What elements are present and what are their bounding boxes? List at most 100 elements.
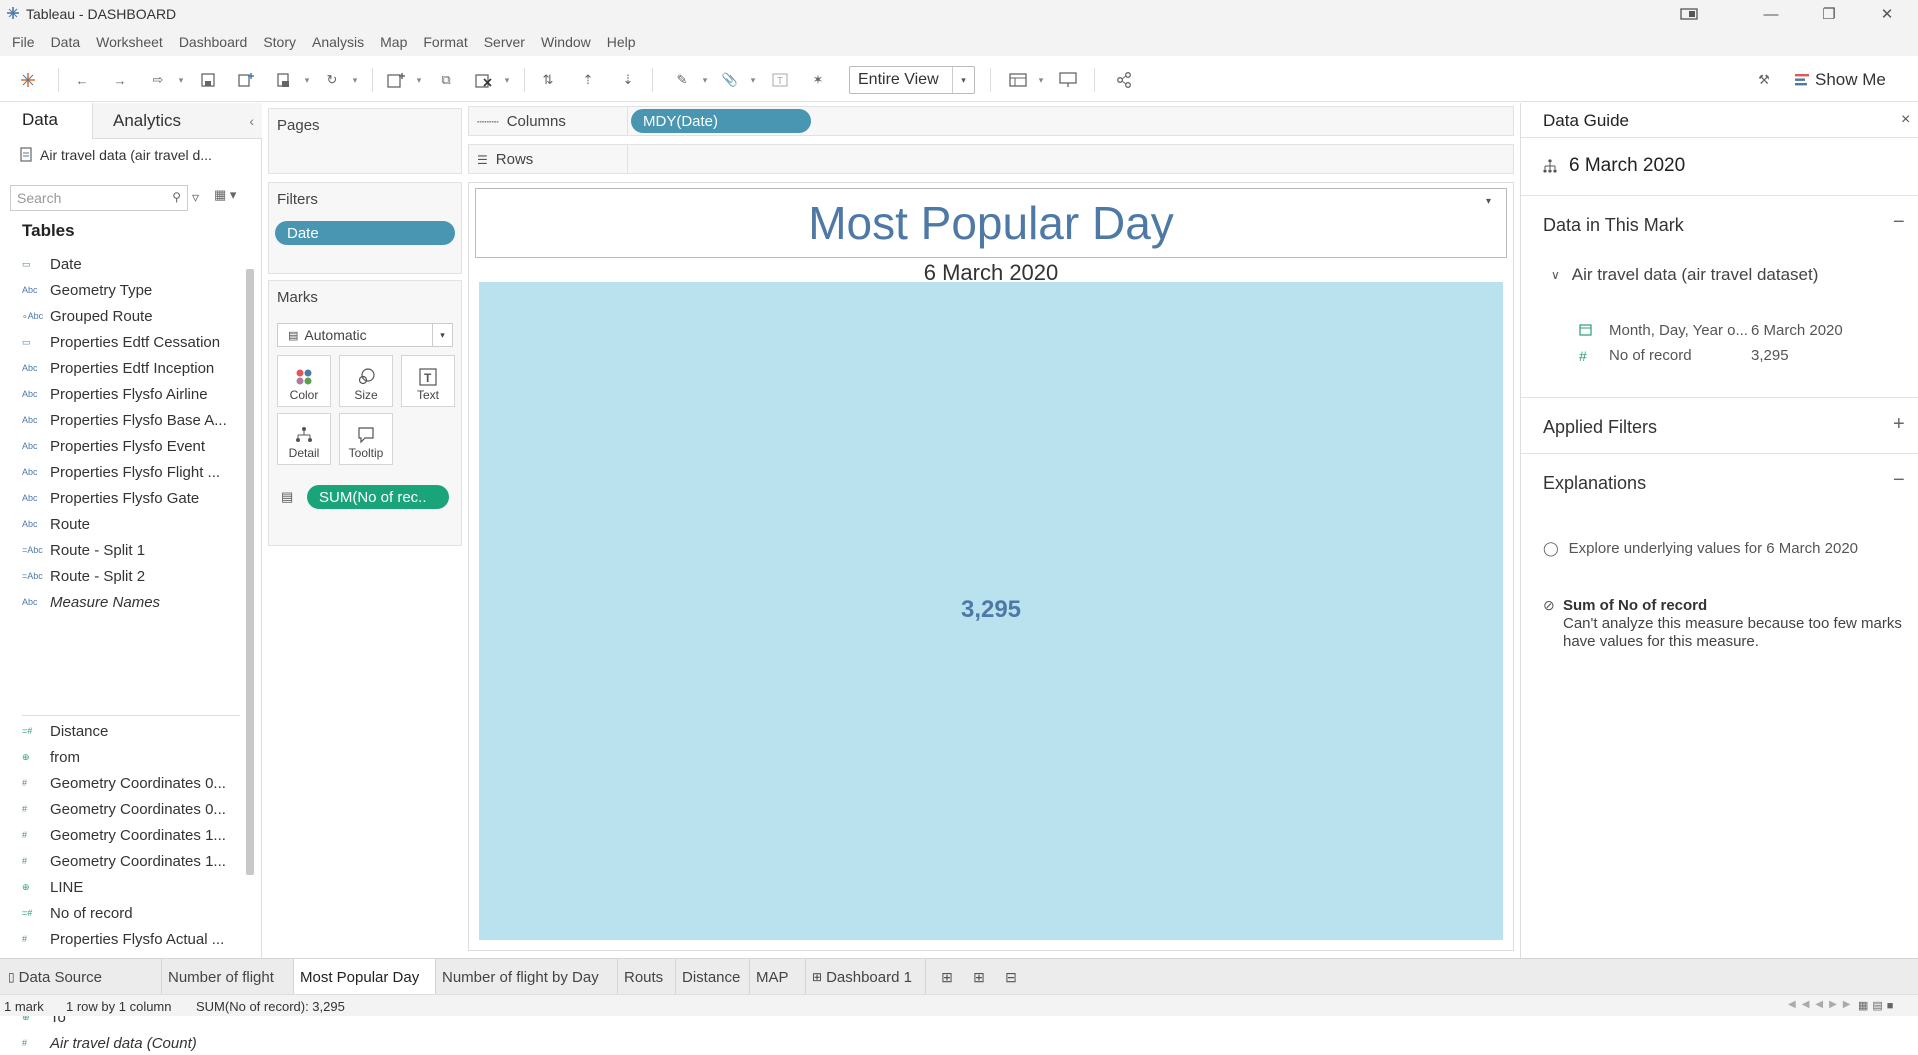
- show-me-button[interactable]: Show Me: [1795, 68, 1886, 92]
- menu-file[interactable]: File: [4, 34, 43, 50]
- group-dropdown-icon[interactable]: ▾: [748, 70, 758, 90]
- field-item[interactable]: =Abc Route - Split 2: [22, 564, 237, 588]
- field-item[interactable]: Abc Measure Names: [22, 590, 237, 614]
- menu-story[interactable]: Story: [255, 34, 304, 50]
- show-mark-labels-icon[interactable]: T: [768, 68, 792, 92]
- fit-select[interactable]: Entire View ▾: [849, 66, 975, 94]
- tab-data[interactable]: Data: [0, 103, 92, 139]
- field-item[interactable]: =Abc Route - Split 1: [22, 538, 237, 562]
- sheet-tab[interactable]: Number of flight: [162, 959, 294, 995]
- size-button[interactable]: Size: [339, 355, 393, 407]
- marks-pill-sum-records[interactable]: SUM(No of rec..: [307, 485, 449, 509]
- menu-server[interactable]: Server: [476, 34, 533, 50]
- datasource-item[interactable]: Air travel data (air travel d...: [20, 147, 212, 163]
- tooltip-button[interactable]: Tooltip: [339, 413, 393, 465]
- field-item[interactable]: ⊕ LINE: [22, 875, 237, 899]
- filter-pill-date[interactable]: Date: [275, 221, 455, 245]
- field-item[interactable]: Abc Properties Flysfo Flight ...: [22, 460, 237, 484]
- data-pane-scrollbar[interactable]: [246, 269, 254, 875]
- share-icon[interactable]: [1112, 68, 1136, 92]
- sheet-tab[interactable]: MAP: [750, 959, 806, 995]
- sheet-nav-icons[interactable]: ◀◀◀▶▶: [1788, 999, 1856, 1010]
- view-options-icon[interactable]: ▦ ▾: [214, 187, 236, 203]
- tableau-home-icon[interactable]: [16, 68, 40, 92]
- sheet-layout-icons[interactable]: ▦▤■: [1858, 999, 1897, 1012]
- field-item[interactable]: # Geometry Coordinates 1...: [22, 823, 237, 847]
- swap-rows-columns-icon[interactable]: ⇅: [536, 68, 560, 92]
- cards-icon[interactable]: [1006, 68, 1030, 92]
- menu-map[interactable]: Map: [372, 34, 415, 50]
- menu-window[interactable]: Window: [533, 34, 599, 50]
- close-icon[interactable]: ×: [1901, 111, 1910, 129]
- search-input[interactable]: Search ⚲: [10, 185, 188, 211]
- field-item[interactable]: ▭ Properties Edtf Cessation: [22, 330, 237, 354]
- field-item[interactable]: # Geometry Coordinates 1...: [22, 849, 237, 873]
- new-dashboard-icon[interactable]: ⊞: [968, 967, 990, 987]
- sheet-tab[interactable]: ⊞ Dashboard 1: [806, 959, 926, 995]
- field-item[interactable]: ⊕ from: [22, 745, 237, 769]
- menu-data[interactable]: Data: [43, 34, 89, 50]
- filter-fields-icon[interactable]: ▿: [192, 189, 199, 206]
- fit-dropdown-icon[interactable]: ▾: [952, 67, 974, 93]
- format-painter-icon[interactable]: ⚒: [1752, 68, 1776, 92]
- tab-analytics[interactable]: Analytics ‹: [92, 103, 262, 139]
- rows-shelf[interactable]: ☰ Rows: [468, 144, 1514, 174]
- pause-updates-icon[interactable]: [272, 68, 296, 92]
- menu-dashboard[interactable]: Dashboard: [171, 34, 256, 50]
- redo-icon[interactable]: →: [108, 68, 132, 92]
- sort-descending-icon[interactable]: ⇣: [616, 68, 640, 92]
- field-item[interactable]: # Geometry Coordinates 0...: [22, 797, 237, 821]
- fix-axes-icon[interactable]: ✶: [806, 68, 830, 92]
- refresh-dropdown-icon[interactable]: ▾: [350, 70, 360, 90]
- group-members-icon[interactable]: 📎: [718, 68, 742, 92]
- field-item[interactable]: # Geometry Coordinates 0...: [22, 771, 237, 795]
- columns-pill-mdy-date[interactable]: MDY(Date): [631, 109, 811, 133]
- restore-icon[interactable]: ❐: [1806, 2, 1852, 26]
- field-item[interactable]: =# Distance: [22, 719, 237, 743]
- close-icon[interactable]: ✕: [1864, 2, 1910, 26]
- menu-analysis[interactable]: Analysis: [304, 34, 372, 50]
- collapse-pane-icon[interactable]: ‹: [249, 113, 254, 129]
- sort-ascending-icon[interactable]: ⇡: [576, 68, 600, 92]
- new-worksheet-dropdown-icon[interactable]: ▾: [414, 70, 424, 90]
- field-item[interactable]: Abc Properties Flysfo Airline: [22, 382, 237, 406]
- minimize-icon[interactable]: —: [1748, 2, 1794, 26]
- replay-dropdown-icon[interactable]: ▾: [176, 70, 186, 90]
- sheet-tab[interactable]: ▯ Data Source: [0, 959, 162, 995]
- highlight-icon[interactable]: ✎: [670, 68, 694, 92]
- field-item[interactable]: ▭ Date: [22, 252, 237, 276]
- guide-datasource[interactable]: ∨ Air travel data (air travel dataset): [1551, 265, 1818, 285]
- new-datasource-icon[interactable]: [234, 68, 258, 92]
- field-item[interactable]: Abc Properties Edtf Inception: [22, 356, 237, 380]
- field-item[interactable]: Abc Route: [22, 512, 237, 536]
- columns-shelf[interactable]: ┄┄┄ Columns MDY(Date): [468, 106, 1514, 136]
- field-item[interactable]: # Air travel data (Count): [22, 1031, 237, 1055]
- cards-dropdown-icon[interactable]: ▾: [1036, 70, 1046, 90]
- refresh-icon[interactable]: ↻: [320, 68, 344, 92]
- new-worksheet-icon[interactable]: [384, 68, 408, 92]
- sheet-tab[interactable]: Number of flight by Day: [436, 959, 618, 995]
- detail-button[interactable]: Detail: [277, 413, 331, 465]
- menu-format[interactable]: Format: [415, 34, 475, 50]
- new-worksheet-icon[interactable]: ⊞: [936, 967, 958, 987]
- save-icon[interactable]: [196, 68, 220, 92]
- explore-link[interactable]: ◯ Explore underlying values for 6 March …: [1543, 540, 1858, 557]
- replay-icon[interactable]: ⇨: [146, 68, 170, 92]
- sheet-tab[interactable]: Distance: [676, 959, 750, 995]
- mark-type-dropdown-icon[interactable]: ▾: [432, 324, 452, 346]
- field-item[interactable]: Abc Properties Flysfo Event: [22, 434, 237, 458]
- view-title-dropdown-icon[interactable]: ▾: [1486, 196, 1491, 207]
- presentation-mode-icon[interactable]: [1056, 68, 1080, 92]
- sheet-tab[interactable]: Routs: [618, 959, 676, 995]
- field-item[interactable]: Abc Properties Flysfo Base A...: [22, 408, 237, 432]
- undo-icon[interactable]: ←: [70, 68, 94, 92]
- menu-help[interactable]: Help: [599, 34, 644, 50]
- sheet-tab[interactable]: Most Popular Day: [294, 959, 436, 995]
- collapse-section-icon[interactable]: −: [1893, 211, 1905, 234]
- mark-type-select[interactable]: ▤ Automatic ▾: [277, 323, 453, 347]
- collapse-section-icon[interactable]: −: [1893, 469, 1905, 492]
- highlight-dropdown-icon[interactable]: ▾: [700, 70, 710, 90]
- field-item[interactable]: ∘Abc Grouped Route: [22, 304, 237, 328]
- expand-section-icon[interactable]: +: [1893, 413, 1905, 436]
- field-item[interactable]: =# No of record: [22, 901, 237, 925]
